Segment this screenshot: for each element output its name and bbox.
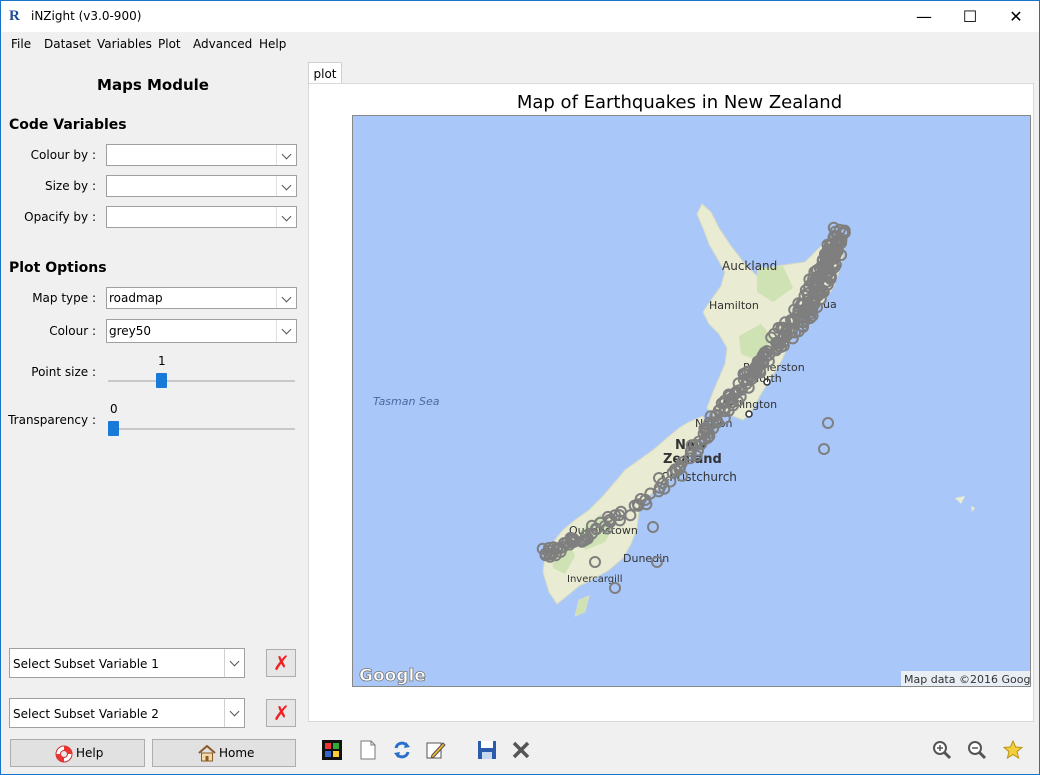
refresh-icon[interactable] — [392, 740, 412, 760]
close-plot-icon[interactable] — [511, 740, 531, 760]
module-title: Maps Module — [97, 76, 209, 94]
menu-help[interactable]: Help — [259, 37, 286, 51]
subset-variable-1-select[interactable]: Select Subset Variable 1 — [9, 648, 245, 678]
home-icon — [198, 745, 216, 762]
point-size-label: Point size : — [31, 365, 96, 379]
google-map: Auckland Hamilton ua Palmerston North We… — [352, 115, 1031, 687]
chevron-down-icon[interactable] — [276, 207, 296, 227]
chevron-down-icon[interactable] — [224, 699, 244, 727]
menu-bar: File Dataset Variables Plot Advanced Hel… — [1, 33, 1039, 55]
lifebuoy-icon — [55, 745, 73, 763]
title-bar: R iNZight (v3.0-900) — ☐ ✕ — [1, 1, 1039, 32]
north-island — [696, 203, 846, 421]
label-hamilton: Hamilton — [709, 299, 759, 312]
maps-module-panel: Maps Module Code Variables Colour by : S… — [1, 57, 305, 775]
colour-by-label: Colour by : — [30, 148, 96, 162]
earthquake-marker — [647, 521, 659, 533]
google-logo: Google — [359, 666, 426, 686]
edit-icon[interactable] — [426, 740, 446, 760]
chevron-down-icon[interactable] — [276, 320, 296, 342]
clear-subset-1-button[interactable]: ✗ — [266, 649, 296, 677]
transparency-label: Transparency : — [8, 413, 96, 427]
app-window: R iNZight (v3.0-900) — ☐ ✕ File Dataset … — [0, 0, 1040, 775]
tab-plot[interactable]: plot — [308, 62, 342, 84]
transparency-slider-thumb[interactable] — [108, 421, 119, 436]
menu-plot[interactable]: Plot — [158, 37, 181, 51]
save-icon[interactable] — [477, 740, 497, 760]
favourite-star-icon[interactable] — [1003, 740, 1023, 760]
transparency-slider-track[interactable] — [108, 428, 295, 430]
chevron-down-icon[interactable] — [276, 288, 296, 308]
point-size-slider-thumb[interactable] — [156, 373, 167, 388]
zoom-in-icon[interactable] — [932, 740, 952, 760]
subset-variable-2-select[interactable]: Select Subset Variable 2 — [9, 698, 245, 728]
menu-dataset[interactable]: Dataset — [44, 37, 91, 51]
menu-file[interactable]: File — [11, 37, 31, 51]
map-attribution: Map data ©2016 Google — [904, 673, 1031, 686]
colour-select[interactable]: grey50 — [106, 319, 297, 343]
map-type-select[interactable]: roadmap — [106, 287, 297, 309]
new-page-icon[interactable] — [358, 740, 378, 760]
colour-by-select[interactable] — [106, 144, 297, 166]
home-button[interactable]: Home — [152, 739, 296, 767]
plot-options-heading: Plot Options — [9, 260, 107, 276]
point-size-value: 1 — [158, 354, 166, 368]
chevron-down-icon[interactable] — [276, 145, 296, 165]
chevron-down-icon[interactable] — [224, 649, 244, 677]
transparency-value: 0 — [110, 402, 118, 416]
menu-variables[interactable]: Variables — [97, 37, 152, 51]
window-title: iNZight (v3.0-900) — [31, 9, 142, 23]
red-x-icon: ✗ — [273, 701, 290, 725]
maximize-button[interactable]: ☐ — [947, 1, 993, 32]
label-tasman-sea: Tasman Sea — [373, 395, 440, 408]
point-size-slider-track[interactable] — [108, 380, 295, 382]
earthquake-marker — [822, 417, 834, 429]
opacify-by-select[interactable] — [106, 206, 297, 228]
chatham-islands — [955, 496, 975, 512]
size-by-select[interactable] — [106, 175, 297, 197]
r-logo-icon: R — [9, 8, 25, 24]
label-auckland: Auckland — [722, 259, 777, 273]
map-canvas: Auckland Hamilton ua Palmerston North We… — [359, 203, 1031, 686]
red-x-icon: ✗ — [273, 651, 290, 675]
chevron-down-icon[interactable] — [276, 176, 296, 196]
map-type-label: Map type : — [32, 291, 96, 305]
help-button[interactable]: Help — [10, 739, 145, 767]
stewart-island — [574, 595, 590, 617]
city-dot-wellington — [745, 410, 753, 418]
plot-area: Map of Earthquakes in New Zealand Auckla… — [308, 83, 1034, 722]
minimize-button[interactable]: — — [901, 1, 947, 32]
plot-title: Map of Earthquakes in New Zealand — [516, 92, 843, 113]
opacify-by-label: Opacify by : — [24, 210, 96, 224]
earthquake-marker — [818, 443, 830, 455]
close-button[interactable]: ✕ — [993, 1, 1039, 32]
code-variables-heading: Code Variables — [9, 117, 127, 133]
zoom-out-icon[interactable] — [967, 740, 987, 760]
size-by-label: Size by : — [44, 179, 96, 193]
clear-subset-2-button[interactable]: ✗ — [266, 699, 296, 727]
inzight-logo-icon[interactable] — [322, 740, 342, 760]
menu-advanced[interactable]: Advanced — [193, 37, 252, 51]
colour-label: Colour : — [49, 324, 96, 338]
